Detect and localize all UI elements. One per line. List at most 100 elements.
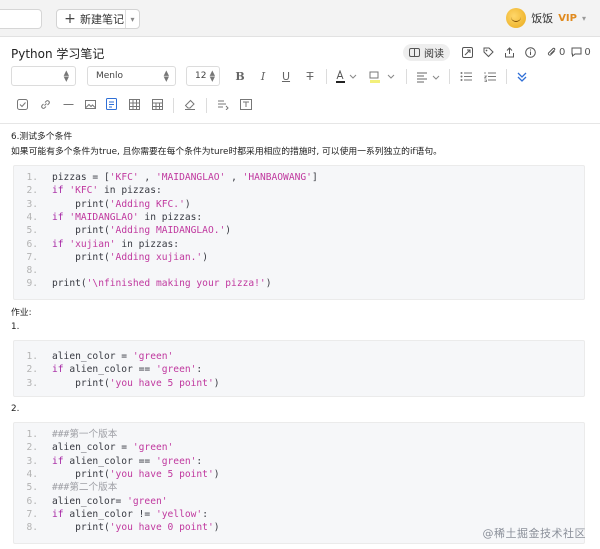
- comment-button[interactable]: 0: [565, 44, 591, 60]
- code-line[interactable]: 4. print('you have 5 point'): [14, 468, 584, 481]
- code-line[interactable]: 8.: [14, 264, 584, 277]
- code-text[interactable]: alien_color= 'green': [52, 495, 168, 508]
- code-line[interactable]: 5. print('Adding MAIDANGLAO.'): [14, 224, 584, 237]
- code-text[interactable]: pizzas = ['KFC' , 'MAIDANGLAO' , 'HANBAO…: [52, 171, 318, 184]
- align-button[interactable]: [414, 68, 444, 85]
- code-token: 'MAIDANGLAO': [69, 211, 139, 223]
- code-line[interactable]: 5. ###第二个版本: [14, 481, 584, 494]
- line-number: 8.: [26, 265, 38, 277]
- underline-button[interactable]: U: [276, 68, 296, 85]
- format-painter-button[interactable]: [213, 95, 233, 113]
- info-icon[interactable]: [520, 44, 541, 60]
- bullet-list-button[interactable]: [456, 68, 476, 85]
- read-mode-button[interactable]: 阅读: [403, 44, 450, 61]
- section-heading[interactable]: 6.测试多个条件: [11, 131, 72, 143]
- code-text[interactable]: print('you have 0 point'): [52, 521, 219, 534]
- code-line[interactable]: 3. if alien_color == 'green':: [14, 455, 584, 468]
- code-text[interactable]: print('Adding MAIDANGLAO.'): [52, 224, 231, 237]
- code-line[interactable]: 1. pizzas = ['KFC' , 'MAIDANGLAO' , 'HANB…: [14, 171, 584, 184]
- code-text[interactable]: if 'MAIDANGLAO' in pizzas:: [52, 211, 202, 224]
- code-line[interactable]: 6. alien_color= 'green': [14, 495, 584, 508]
- clear-format-button[interactable]: [180, 95, 200, 113]
- note-title[interactable]: Python 学习笔记: [11, 45, 104, 62]
- code-text[interactable]: print('Adding xujian.'): [52, 251, 208, 264]
- code-token: 'KFC': [109, 172, 139, 183]
- code-text[interactable]: if alien_color == 'green':: [52, 363, 202, 376]
- font-family-select[interactable]: Menlo ▲ ▼: [87, 66, 176, 86]
- code-text[interactable]: alien_color = 'green': [52, 441, 173, 454]
- avatar[interactable]: [506, 8, 527, 28]
- checkbox-insert-button[interactable]: [12, 95, 32, 113]
- code-line[interactable]: 2. alien_color = 'green': [14, 441, 584, 454]
- font-size-select[interactable]: 12 ▲ ▼: [186, 66, 220, 86]
- code-line[interactable]: 1. alien_color = 'green': [14, 350, 584, 363]
- homework-label[interactable]: 作业:: [11, 307, 32, 319]
- code-token: print(: [52, 251, 110, 263]
- align-left-icon: [417, 72, 440, 82]
- table-insert-button[interactable]: [124, 95, 144, 113]
- code-token: ###第二个版本: [52, 482, 118, 494]
- tag-icon[interactable]: [478, 44, 499, 60]
- code-line[interactable]: 6. if 'xujian' in pizzas:: [14, 238, 584, 251]
- code-line[interactable]: 3. print('you have 5 point'): [14, 377, 584, 390]
- font-color-button[interactable]: [333, 68, 361, 85]
- paragraph-style-select[interactable]: ▲ ▼: [11, 66, 76, 86]
- code-text[interactable]: print('you have 5 point'): [52, 377, 219, 390]
- code-text[interactable]: if alien_color != 'yellow':: [52, 508, 208, 521]
- new-note-dropdown-caret[interactable]: ▾: [125, 10, 139, 28]
- editor-content[interactable]: 6.测试多个条件 如果可能有多个条件为true, 且你需要在每个条件为ture时…: [0, 124, 600, 549]
- attachment-button[interactable]: 0: [541, 44, 565, 60]
- user-menu[interactable]: 饭饭 VIP ▾: [506, 8, 586, 28]
- more-tools-button[interactable]: [512, 68, 532, 85]
- share-icon[interactable]: [499, 44, 520, 60]
- code-text[interactable]: ###第二个版本: [52, 481, 117, 494]
- code-token: :: [196, 364, 203, 376]
- image-insert-button[interactable]: [80, 95, 100, 113]
- code-block-insert-button[interactable]: [101, 95, 121, 113]
- divider-insert-button[interactable]: [58, 95, 78, 113]
- code-text[interactable]: if alien_color == 'green':: [52, 455, 202, 468]
- item-2-label[interactable]: 2.: [11, 403, 19, 415]
- code-line[interactable]: 4. if 'MAIDANGLAO' in pizzas:: [14, 211, 584, 224]
- link-insert-button[interactable]: [35, 95, 55, 113]
- code-block[interactable]: 1. alien_color = 'green' 2. if alien_color …: [13, 340, 585, 397]
- chevron-down-icon[interactable]: ▾: [582, 14, 586, 23]
- line-number: 2.: [26, 442, 38, 454]
- strikethrough-button[interactable]: T: [300, 68, 320, 85]
- code-line[interactable]: 9. print('\nfinished making your pizza!'): [14, 277, 584, 290]
- fullscreen-icon[interactable]: [457, 44, 478, 60]
- new-note-button[interactable]: + 新建笔记 ▾: [56, 9, 140, 29]
- code-text[interactable]: print('\nfinished making your pizza!'): [52, 277, 272, 290]
- highlight-button[interactable]: [367, 68, 399, 85]
- plus-icon: +: [64, 11, 76, 27]
- code-block[interactable]: 1. pizzas = ['KFC' , 'MAIDANGLAO' , 'HANB…: [13, 165, 585, 300]
- code-text[interactable]: print('Adding KFC.'): [52, 198, 191, 211]
- text-format-button[interactable]: [236, 95, 256, 113]
- text-format-icon: [240, 98, 252, 110]
- code-line[interactable]: 7. print('Adding xujian.'): [14, 251, 584, 264]
- code-line[interactable]: 3. print('Adding KFC.'): [14, 198, 584, 211]
- divider: [449, 69, 450, 84]
- code-text[interactable]: if 'KFC' in pizzas:: [52, 184, 162, 197]
- code-text[interactable]: print('you have 5 point'): [52, 468, 219, 481]
- code-text[interactable]: alien_color = 'green': [52, 350, 173, 363]
- line-number: 7.: [26, 251, 38, 263]
- code-block-icon: [105, 98, 117, 110]
- item-1-label[interactable]: 1.: [11, 321, 19, 333]
- divider: [173, 98, 174, 113]
- code-token: print(: [52, 468, 110, 480]
- numbered-list-button[interactable]: [480, 68, 500, 85]
- bold-button[interactable]: B: [230, 68, 250, 85]
- code-text[interactable]: if 'xujian' in pizzas:: [52, 238, 179, 251]
- search-box[interactable]: [0, 9, 42, 29]
- code-line[interactable]: 2. if 'KFC' in pizzas:: [14, 184, 584, 197]
- code-text[interactable]: ###第一个版本: [52, 428, 117, 441]
- code-token: ): [225, 225, 232, 237]
- section-description[interactable]: 如果可能有多个条件为true, 且你需要在每个条件为ture时都采用相应的措施时…: [11, 146, 442, 158]
- grid-insert-button[interactable]: [147, 95, 167, 113]
- italic-button[interactable]: I: [253, 68, 273, 85]
- code-line[interactable]: 1. ###第一个版本: [14, 428, 584, 441]
- line-number: 7.: [26, 508, 38, 520]
- code-line[interactable]: 2. if alien_color == 'green':: [14, 363, 584, 376]
- code-line[interactable]: 7. if alien_color != 'yellow':: [14, 508, 584, 521]
